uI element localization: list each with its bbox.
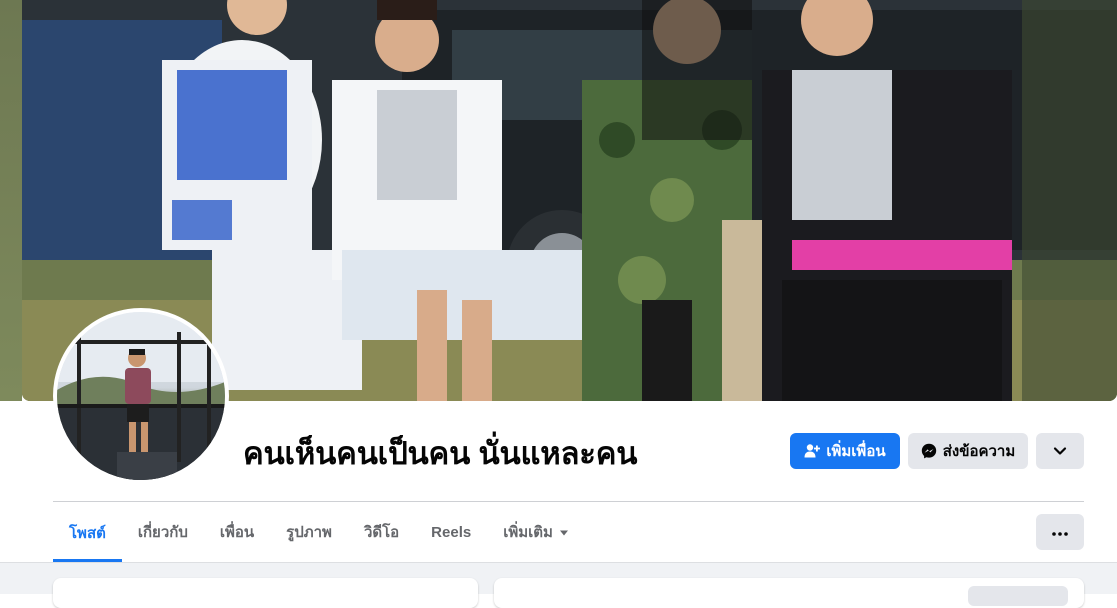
tab-videos[interactable]: วิดีโอ bbox=[348, 504, 415, 560]
tab-photos[interactable]: รูปภาพ bbox=[270, 504, 348, 560]
tab-posts-label: โพสต์ bbox=[69, 525, 106, 542]
profile-options-button[interactable] bbox=[1036, 514, 1084, 550]
person-plus-icon bbox=[804, 443, 821, 459]
tab-reels-label: Reels bbox=[431, 523, 472, 541]
tab-posts[interactable]: โพสต์ bbox=[53, 504, 122, 562]
header-divider bbox=[53, 501, 1084, 502]
send-message-label: ส่งข้อความ bbox=[942, 443, 1016, 460]
tab-more-label: เพิ่มเติม bbox=[503, 524, 553, 541]
intro-card bbox=[53, 578, 478, 608]
add-friend-label: เพิ่มเพื่อน bbox=[826, 443, 886, 460]
add-friend-button[interactable]: เพิ่มเพื่อน bbox=[790, 433, 900, 469]
profile-picture-image bbox=[57, 312, 225, 480]
tab-friends[interactable]: เพื่อน bbox=[204, 504, 270, 560]
chevron-down-icon bbox=[1053, 446, 1067, 456]
tab-videos-label: วิดีโอ bbox=[363, 524, 400, 541]
send-message-button[interactable]: ส่งข้อความ bbox=[908, 433, 1028, 469]
messenger-icon bbox=[921, 443, 937, 459]
caret-down-icon bbox=[559, 524, 569, 541]
tab-friends-label: เพื่อน bbox=[219, 524, 255, 541]
tab-about[interactable]: เกี่ยวกับ bbox=[122, 504, 204, 560]
tab-more[interactable]: เพิ่มเติม bbox=[487, 504, 585, 560]
page-edge-strip bbox=[0, 0, 22, 401]
profile-tabs: โพสต์ เกี่ยวกับ เพื่อน รูปภาพ วิดีโอ Ree… bbox=[53, 504, 585, 562]
ellipsis-icon bbox=[1052, 523, 1068, 541]
profile-picture[interactable] bbox=[53, 308, 229, 484]
more-actions-button[interactable] bbox=[1036, 433, 1084, 469]
tab-photos-label: รูปภาพ bbox=[286, 524, 332, 541]
tab-reels[interactable]: Reels bbox=[415, 504, 487, 560]
profile-name: คนเห็นคนเป็นคน นั่นแหละคน bbox=[243, 436, 638, 471]
filters-button[interactable] bbox=[968, 586, 1068, 606]
tab-about-label: เกี่ยวกับ bbox=[137, 524, 188, 541]
